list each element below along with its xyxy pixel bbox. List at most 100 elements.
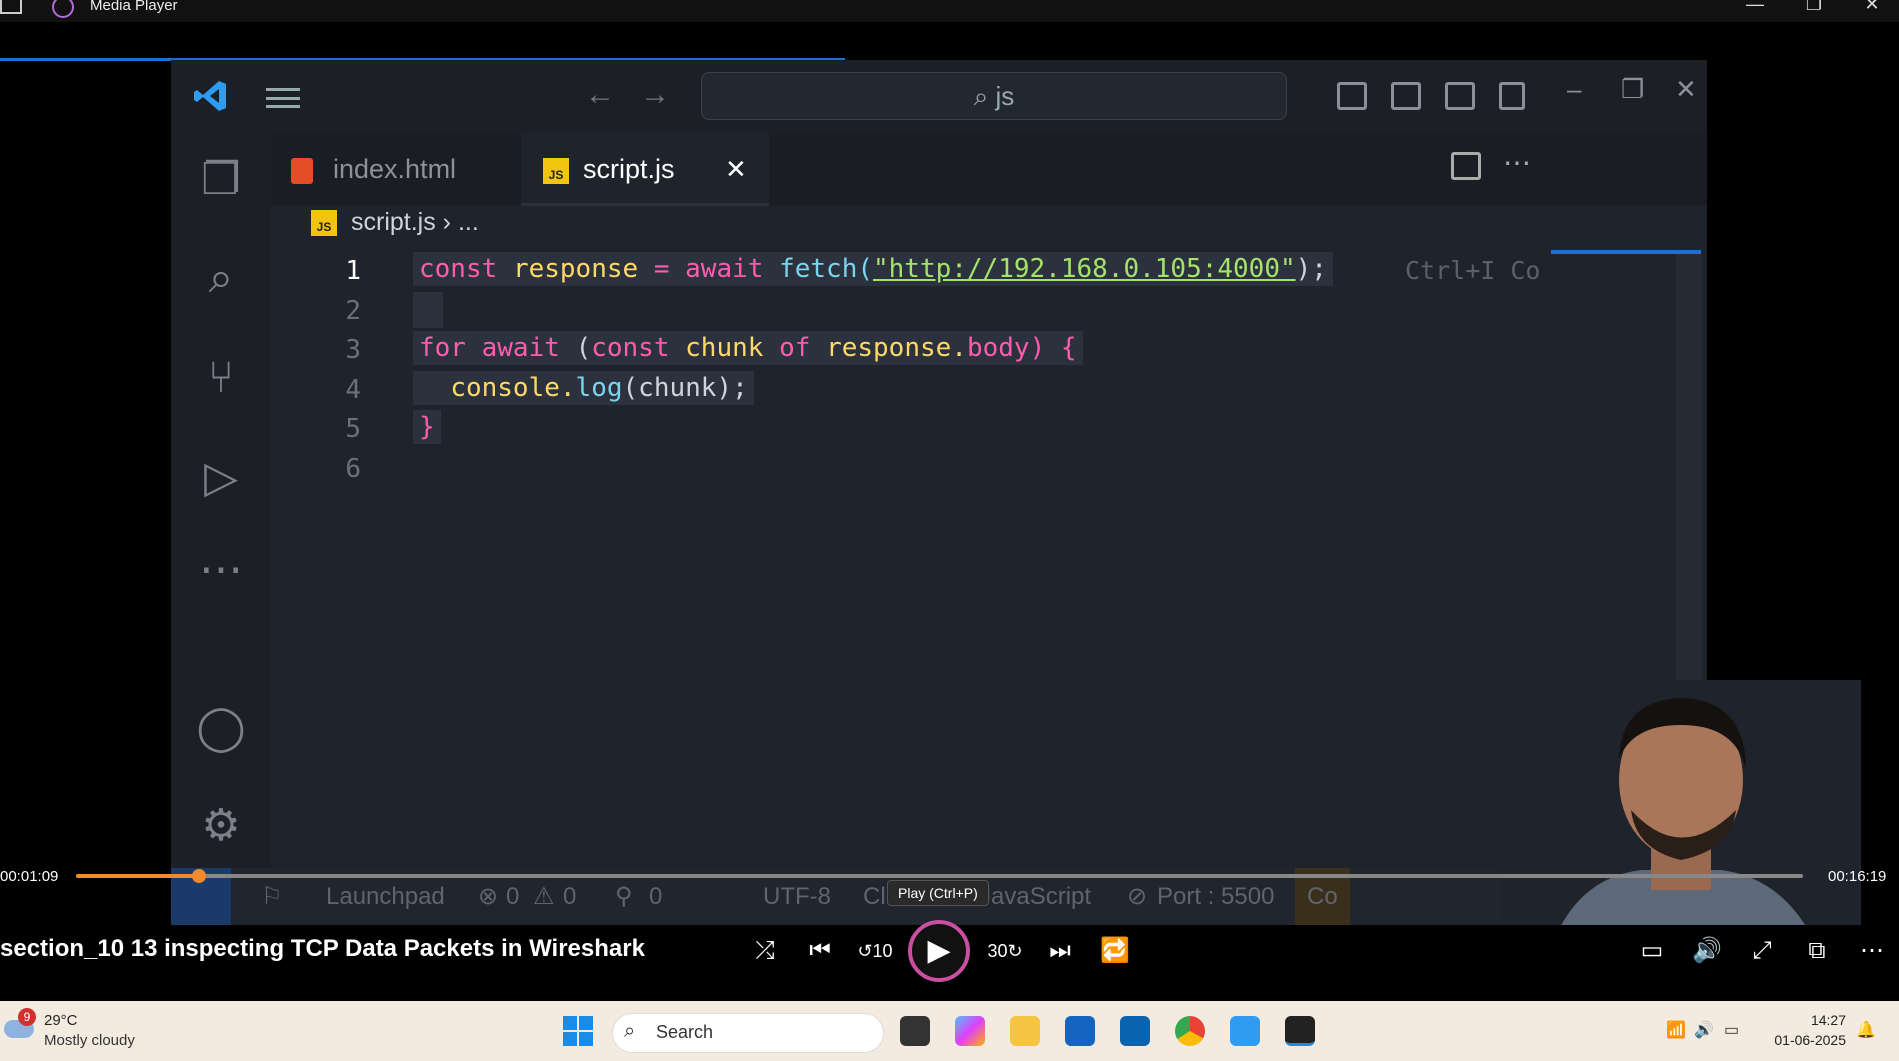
code-token: ); [1295, 254, 1327, 284]
file-explorer-icon[interactable] [1010, 1016, 1040, 1046]
home-icon[interactable] [0, 0, 22, 14]
media-player-taskbar-icon[interactable] [1285, 1016, 1315, 1046]
play-button[interactable]: ▶ [908, 920, 970, 982]
breadcrumb-more[interactable]: ... [458, 208, 479, 236]
subtitles-icon[interactable]: ▭ [1632, 934, 1672, 968]
more-options-icon[interactable]: ⋯ [1852, 934, 1892, 968]
skip-back-10-icon[interactable]: ↺10 [855, 934, 895, 968]
code-token: await [685, 254, 764, 284]
store-icon[interactable] [1065, 1016, 1095, 1046]
code-line-1[interactable]: const response = await fetch("http://192… [413, 252, 1333, 286]
previous-icon[interactable]: ⏮ [800, 934, 840, 968]
activity-bar: ❐ ⌕ ⑂ ▷ ⋯ ◯ ⚙ [171, 132, 271, 925]
html5-icon [291, 157, 313, 184]
minimize-button[interactable]: — [1735, 0, 1775, 15]
code-token: chunk [685, 333, 764, 363]
clock-time[interactable]: 14:27 [1760, 1012, 1846, 1028]
code-token: console. [450, 373, 576, 403]
line-number: 4 [345, 375, 361, 405]
line-number: 5 [345, 414, 361, 444]
vscode-minimize-icon[interactable]: – [1567, 74, 1581, 105]
tab-close-icon[interactable]: ✕ [725, 132, 747, 206]
copilot-icon[interactable] [955, 1016, 985, 1046]
tab-label: script.js [583, 154, 675, 184]
clock-date[interactable]: 01-06-2025 [1760, 1032, 1846, 1048]
code-token: response. [826, 333, 967, 363]
command-search-text: js [995, 81, 1015, 111]
code-token: const [591, 333, 670, 363]
search-icon: ⌕ [973, 81, 996, 111]
tab-index-html[interactable]: index.html [291, 132, 491, 206]
code-token: await [481, 333, 560, 363]
more-actions-icon[interactable]: ⋯ [1503, 146, 1531, 179]
code-line-2[interactable] [413, 292, 443, 328]
chevron-right-icon: › [435, 208, 458, 236]
seek-bar[interactable] [76, 874, 1803, 878]
explorer-icon[interactable]: ❐ [193, 152, 249, 208]
search-icon[interactable]: ⌕ [193, 250, 249, 306]
repeat-icon[interactable]: 🔁 [1095, 934, 1135, 968]
close-button[interactable]: ✕ [1852, 0, 1892, 15]
js-file-icon: JS [311, 210, 337, 237]
code-line-4[interactable]: console.log(chunk); [413, 371, 754, 405]
notification-bell-icon[interactable]: 🔔 [1856, 1020, 1876, 1040]
code-token: fetch( [779, 254, 873, 284]
vscode-taskbar-icon[interactable] [1230, 1016, 1260, 1046]
chrome-icon[interactable] [1175, 1016, 1205, 1046]
play-icon: ▶ [927, 934, 951, 967]
battery-icon[interactable]: ▭ [1724, 1020, 1739, 1040]
back-arrow-icon[interactable]: ← [585, 78, 615, 112]
tab-label: index.html [333, 154, 457, 184]
menu-icon[interactable] [266, 88, 300, 108]
start-windows-icon[interactable] [563, 1016, 593, 1046]
customize-layout-icon[interactable] [1499, 82, 1525, 110]
more-icon[interactable]: ⋯ [193, 542, 249, 598]
line-number: 3 [345, 335, 361, 365]
source-control-icon[interactable]: ⑂ [193, 350, 249, 406]
code-token: (chunk); [622, 373, 748, 403]
window-title: Media Player [90, 0, 178, 14]
code-token: for [419, 333, 466, 363]
weather-condition[interactable]: Mostly cloudy [44, 1032, 135, 1049]
next-icon[interactable]: ⏭ [1040, 934, 1080, 968]
volume-icon[interactable]: 🔊 [1687, 934, 1727, 968]
code-token: } [419, 412, 435, 442]
editor-scrollbar[interactable] [1676, 254, 1702, 724]
code-line-5[interactable]: } [413, 410, 441, 444]
split-editor-icon[interactable] [1451, 152, 1481, 180]
weather-temperature[interactable]: 29°C [44, 1012, 78, 1029]
account-icon[interactable]: ◯ [193, 700, 249, 756]
speaker-icon[interactable]: 🔊 [1694, 1020, 1714, 1040]
toggle-panel-icon[interactable] [1391, 82, 1421, 110]
mini-player-icon[interactable]: ⧉ [1797, 934, 1837, 968]
js-file-icon: JS [543, 157, 569, 184]
vscode-restore-icon[interactable]: ❐ [1621, 74, 1644, 105]
breadcrumb[interactable]: JS script.js › ... [311, 208, 479, 237]
code-line-3[interactable]: for await (const chunk of response.body)… [413, 331, 1083, 365]
title-bar: Media Player — ❐ ✕ [0, 0, 1899, 22]
toggle-sidebar-icon[interactable] [1337, 82, 1367, 110]
breadcrumb-file[interactable]: script.js [351, 208, 436, 236]
vscode-close-icon[interactable]: ✕ [1675, 74, 1697, 105]
fullscreen-icon[interactable]: ⤢ [1742, 934, 1782, 968]
command-center-search[interactable]: ⌕ js [701, 72, 1287, 120]
elapsed-time: 00:01:09 [0, 868, 59, 885]
shuffle-icon[interactable]: ⤮ [745, 934, 785, 968]
run-debug-icon[interactable]: ▷ [193, 450, 249, 506]
task-view-icon[interactable] [900, 1016, 930, 1046]
taskbar [0, 1001, 1899, 1061]
settings-gear-icon[interactable]: ⚙ [193, 798, 249, 854]
tab-script-js[interactable]: JS script.js ✕ [521, 132, 769, 206]
toggle-secondary-sidebar-icon[interactable] [1445, 82, 1475, 110]
outlook-icon[interactable] [1120, 1016, 1150, 1046]
skip-forward-30-icon[interactable]: 30↻ [985, 934, 1025, 968]
taskbar-search-placeholder: Search [656, 1022, 714, 1042]
inline-chat-hint: Ctrl+I Co [1405, 256, 1541, 285]
maximize-button[interactable]: ❐ [1794, 0, 1834, 15]
taskbar-search[interactable] [612, 1013, 884, 1053]
forward-arrow-icon[interactable]: → [640, 78, 670, 112]
minimap-indicator [1551, 250, 1701, 254]
line-number: 2 [345, 296, 361, 326]
seek-thumb[interactable] [191, 869, 206, 883]
wifi-icon[interactable]: 📶 [1666, 1020, 1686, 1040]
